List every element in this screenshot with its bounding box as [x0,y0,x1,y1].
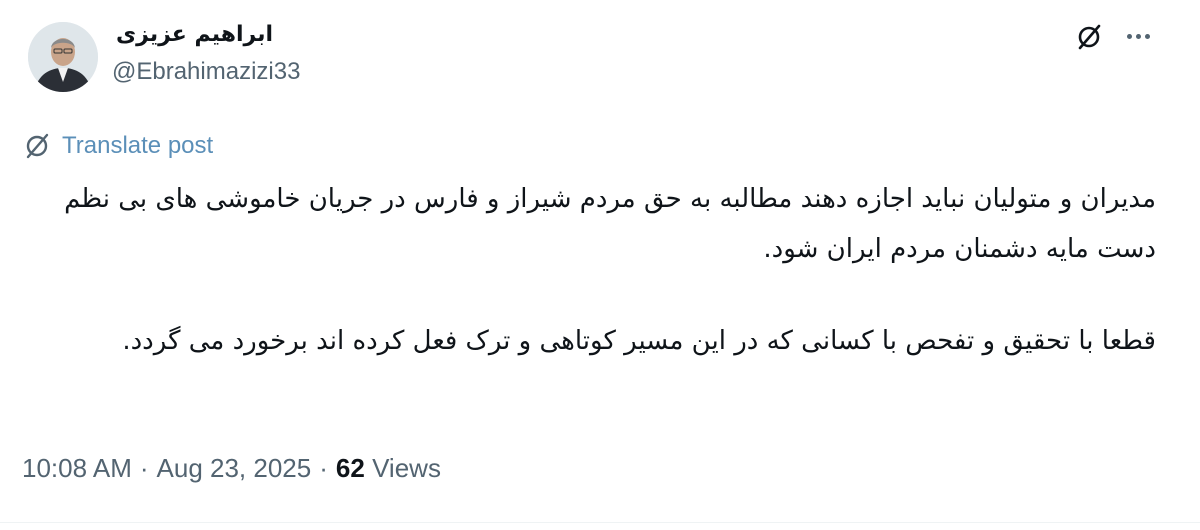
author-block: ابراهیم عزیزی @Ebrahimazizi33 [112,18,412,88]
views-label: Views [372,452,441,483]
post-paragraph: قطعا با تحقیق و تفحص با کسانی که در این … [122,326,1156,356]
post-date[interactable]: Aug 23, 2025 [157,453,312,484]
post-time[interactable]: 10:08 AM [22,453,132,484]
avatar-photo [28,22,98,92]
grok-button[interactable] [1072,20,1106,54]
views-count: 62 [335,452,365,483]
tweet-card: ابراهیم عزیزی @Ebrahimazizi33 Translate … [0,0,1200,530]
separator-dot: · [139,452,149,483]
avatar[interactable] [28,22,98,92]
grok-icon [26,133,49,159]
divider [0,522,1200,523]
more-icon [1126,33,1150,39]
more-options-button[interactable] [1122,22,1154,50]
post-meta: 10:08 AM · Aug 23, 2025 · 62 Views [22,448,441,488]
translate-post-button[interactable]: Translate post [22,130,213,162]
translate-post-label[interactable]: Translate post [62,132,213,160]
post-text: مدیران و متولیان نباید اجازه دهند مطالبه… [60,174,1156,366]
grok-icon [1078,24,1101,50]
author-name[interactable]: ابراهیم عزیزی [112,18,412,52]
author-handle[interactable]: @Ebrahimazizi33 [112,56,412,88]
post-paragraph: مدیران و متولیان نباید اجازه دهند مطالبه… [64,184,1156,264]
views[interactable]: 62 Views [336,453,441,484]
separator-dot: · [319,452,328,483]
